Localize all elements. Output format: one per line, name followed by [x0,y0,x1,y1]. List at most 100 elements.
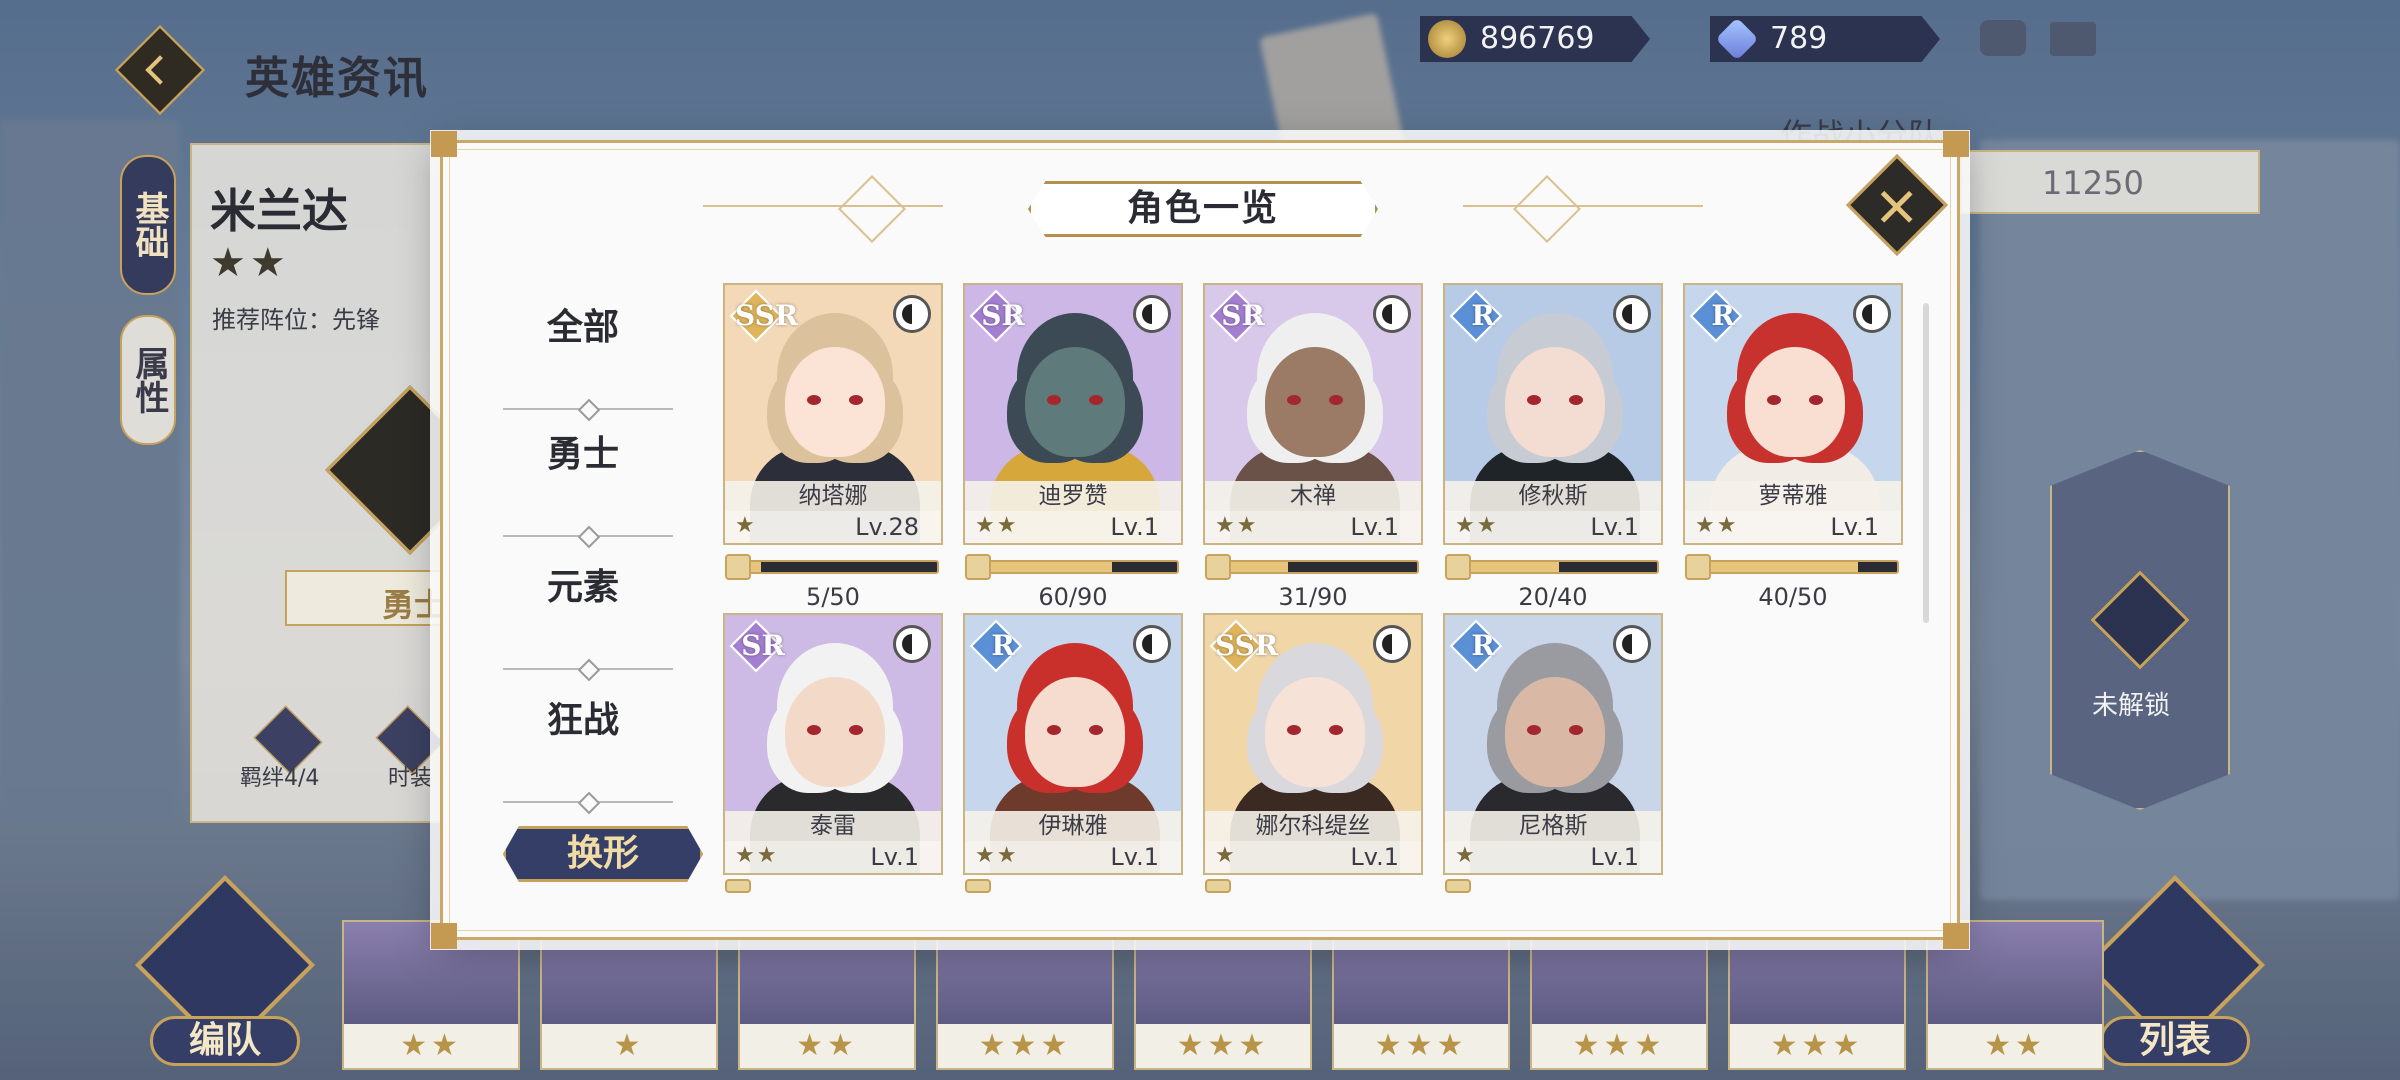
gold-counter[interactable]: 896769 [1420,16,1650,62]
back-arrow-icon [145,55,175,85]
character-card[interactable]: R 伊琳雅 ★★ Lv.1 [963,613,1183,875]
shard-progress-fill [981,562,1113,572]
character-level: Lv.1 [1110,513,1159,541]
team-button[interactable]: 编队 [150,1016,300,1066]
roster-slot[interactable]: ★ [540,920,718,1070]
faction-icon [1133,295,1171,333]
roster-slot[interactable]: ★★★ [1134,920,1312,1070]
puzzle-piece-icon [1685,554,1711,580]
faction-icon [1373,625,1411,663]
modal-title: 角色一览 [1028,181,1378,237]
rarity-label: SSR [735,299,799,332]
character-stars: ★★ [1455,513,1499,538]
tab-attributes[interactable]: 属性 [120,315,176,445]
shard-progress-text: 60/90 [1038,583,1108,611]
shard-progress-fill [1461,562,1559,572]
gold-coin-icon [1428,20,1466,58]
character-name: 修秋斯 [1445,481,1661,511]
top-bar: 英雄资讯 [114,24,2300,116]
roster-stars: ★★ [1928,1024,2102,1068]
roster-slot[interactable]: ★★ [738,920,916,1070]
close-button[interactable] [1846,154,1948,256]
shard-progress-text: 40/50 [1758,583,1828,611]
category-shapeshift[interactable]: 换形 [503,826,703,882]
character-card[interactable]: SSR 纳塔娜 ★ Lv.28 [723,283,943,545]
character-name: 萝蒂雅 [1685,481,1901,511]
shard-progress-bar [1219,560,1419,574]
roster-stars: ★ [542,1024,716,1068]
character-level: Lv.1 [1830,513,1879,541]
puzzle-piece-icon [1205,554,1231,580]
faction-icon [1613,625,1651,663]
mail-icon[interactable] [2050,22,2096,56]
character-card[interactable]: R 尼格斯 ★ Lv.1 [1443,613,1663,875]
rarity-label: R [1471,299,1495,332]
shard-progress-bar [1459,560,1659,574]
puzzle-piece-icon [965,554,991,580]
roster-slot[interactable]: ★★★ [936,920,1114,1070]
roster-stars: ★★★ [1730,1024,1904,1068]
character-name: 尼格斯 [1445,811,1661,841]
category-element[interactable]: 元素 [473,558,693,610]
character-card[interactable]: SSR 娜尔科缇丝 ★ Lv.1 [1203,613,1423,875]
hero-stars: ★★ [210,240,290,286]
faction-icon [893,625,931,663]
character-stars: ★★ [1695,513,1739,538]
character-level: Lv.1 [1110,843,1159,871]
character-name: 迪罗赞 [965,481,1181,511]
shard-progress-text: 31/90 [1278,583,1348,611]
character-name: 纳塔娜 [725,481,941,511]
character-stars: ★ [1455,843,1477,868]
roster-stars: ★★★ [938,1024,1112,1068]
character-stars: ★ [735,513,757,538]
faction-icon [1853,295,1891,333]
back-button[interactable] [114,24,206,116]
character-card[interactable]: R 修秋斯 ★★ Lv.1 [1443,283,1663,545]
character-name: 泰雷 [725,811,941,841]
roster-stars: ★★ [740,1024,914,1068]
shard-progress-text: 5/50 [806,583,860,611]
page-title: 英雄资讯 [245,53,429,104]
chat-icon[interactable] [1980,20,2026,56]
roster-stars: ★★★ [1334,1024,1508,1068]
rarity-label: SR [981,299,1025,332]
gem-icon [1715,17,1759,61]
puzzle-piece-icon [725,879,751,893]
character-card[interactable]: SR 木禅 ★★ Lv.1 [1203,283,1423,545]
character-name: 娜尔科缇丝 [1205,811,1421,841]
character-level: Lv.1 [870,843,919,871]
roster-stars: ★★★ [1136,1024,1310,1068]
character-stars: ★★ [975,513,1019,538]
character-level: Lv.1 [1350,843,1399,871]
shard-progress-bar [1699,560,1899,574]
category-all[interactable]: 全部 [473,298,693,350]
faction-icon [893,295,931,333]
character-stars: ★★ [1215,513,1259,538]
rarity-label: SSR [1215,629,1279,662]
character-card[interactable]: SR 泰雷 ★★ Lv.1 [723,613,943,875]
puzzle-piece-icon [725,554,751,580]
character-stars: ★★ [975,843,1019,868]
character-list-modal: 角色一览 全部 勇士 元素 狂战 换形 SSR 纳塔娜 ★ Lv.28 5/50 SR 迪罗… [431,131,1969,949]
character-stars: ★ [1215,843,1237,868]
gem-counter[interactable]: 789 [1710,16,1940,62]
category-berserker[interactable]: 狂战 [473,691,693,743]
character-card[interactable]: SR 迪罗赞 ★★ Lv.1 [963,283,1183,545]
puzzle-piece-icon [1205,879,1231,893]
roster-slot[interactable]: ★★★ [1332,920,1510,1070]
hero-name: 米兰达 [210,184,348,238]
character-card[interactable]: R 萝蒂雅 ★★ Lv.1 [1683,283,1903,545]
tab-basic[interactable]: 基础 [120,155,176,295]
roster-slot[interactable]: ★★★ [1728,920,1906,1070]
scrollbar[interactable] [1923,303,1929,623]
character-name: 木禅 [1205,481,1421,511]
character-level: Lv.1 [1350,513,1399,541]
roster-stars: ★★ [344,1024,518,1068]
roster-slot[interactable]: ★★★ [1530,920,1708,1070]
category-warrior[interactable]: 勇士 [473,425,693,477]
list-button[interactable]: 列表 [2100,1016,2250,1066]
character-level: Lv.1 [1590,843,1639,871]
shard-progress-bar [739,560,939,574]
outfit-label: 时装 [388,766,433,791]
shard-progress-fill [1701,562,1858,572]
